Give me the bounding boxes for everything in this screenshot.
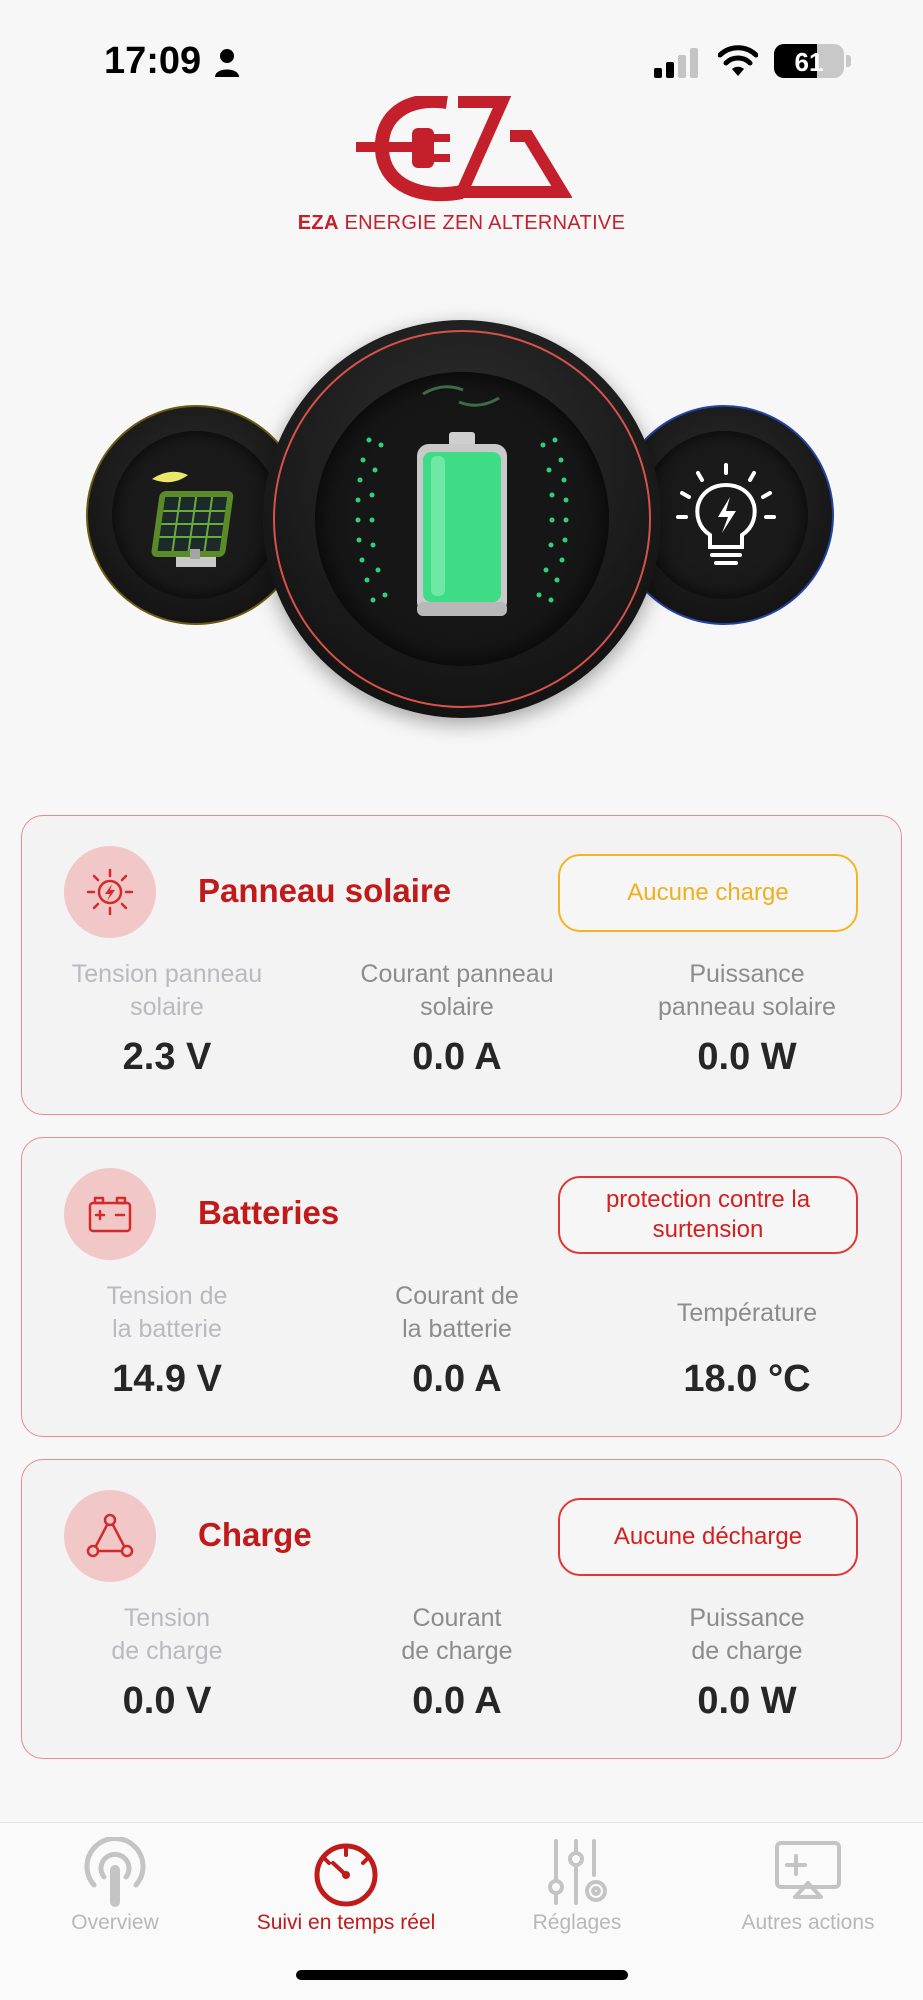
load-card: Charge Aucune décharge Tension de charge…	[21, 1459, 902, 1759]
metric-label: Température	[676, 1298, 818, 1327]
card-title: Batteries	[198, 1194, 340, 1231]
battery-gauge[interactable]	[263, 320, 661, 718]
batteries-card: Batteries protection contre la surtensio…	[21, 1137, 902, 1437]
metric-label: Tension de charge	[111, 1604, 223, 1665]
tab-settings[interactable]: Réglages	[462, 1831, 692, 1941]
metric-label: Puissance de charge	[689, 1604, 805, 1665]
tab-overview[interactable]: Overview	[0, 1831, 230, 1941]
broadcast-icon	[84, 1837, 146, 1907]
metric-load-current: Courant de charge 0.0 A	[312, 1602, 602, 1723]
metric-label: Courant de charge	[401, 1604, 513, 1665]
battery-percent: 61	[794, 47, 824, 77]
tab-label: Autres actions	[741, 1911, 875, 1934]
status-badge: Aucune décharge	[558, 1498, 858, 1576]
person-icon	[215, 49, 239, 77]
metric-value: 0.0 V	[122, 1680, 212, 1722]
tab-label: Suivi en temps réel	[256, 1911, 436, 1934]
sliders-gear-icon	[548, 1839, 607, 1905]
brand-tagline: EZA ENERGIE ZEN ALTERNATIVE	[0, 212, 923, 235]
card-title: Panneau solaire	[198, 872, 452, 909]
metric-value: 2.3 V	[122, 1036, 212, 1078]
battery-status-icon: 61	[774, 44, 844, 78]
triangle-nodes-icon	[86, 1513, 134, 1558]
card-icon-wrap	[64, 1490, 156, 1582]
metric-label: Courant panneau solaire	[360, 960, 554, 1021]
metric-value: 18.0 °C	[683, 1358, 811, 1400]
metric-value: 0.0 W	[697, 1680, 797, 1722]
status-badge: protection contre la surtension	[558, 1176, 858, 1254]
brand-name: ENERGIE ZEN ALTERNATIVE	[344, 212, 626, 234]
tab-label: Réglages	[532, 1911, 622, 1934]
card-icon-wrap	[64, 1168, 156, 1260]
eza-logo	[356, 96, 572, 202]
car-battery-icon	[88, 1196, 132, 1233]
tab-label: Overview	[71, 1911, 159, 1934]
status-badge: Aucune charge	[558, 854, 858, 932]
lightbulb-icon	[676, 463, 776, 565]
screen-upload-icon	[775, 1841, 841, 1899]
metric-label: Tension de la batterie	[106, 1282, 228, 1343]
metric-battery-voltage: Tension de la batterie 14.9 V	[22, 1280, 312, 1401]
metric-label: Puissance panneau solaire	[658, 960, 836, 1021]
energy-gauges	[0, 300, 923, 740]
metric-label: Tension panneau solaire	[71, 960, 263, 1021]
brand-short: EZA	[297, 212, 339, 234]
metric-label: Courant de la batterie	[395, 1282, 519, 1343]
cellular-signal-icon	[654, 48, 698, 78]
metric-value: 0.0 A	[412, 1680, 502, 1722]
metric-value: 14.9 V	[112, 1358, 222, 1400]
metric-temperature: Température 18.0 °C	[602, 1280, 892, 1401]
solar-panel-icon	[151, 471, 234, 567]
tab-other-actions[interactable]: Autres actions	[693, 1831, 923, 1941]
wifi-icon	[718, 45, 758, 76]
home-indicator[interactable]	[296, 1970, 628, 1980]
metric-panel-power: Puissance panneau solaire 0.0 W	[602, 958, 892, 1079]
metric-value: 0.0 W	[697, 1036, 797, 1078]
speedometer-icon	[314, 1843, 378, 1907]
metric-load-power: Puissance de charge 0.0 W	[602, 1602, 892, 1723]
metric-panel-voltage: Tension panneau solaire 2.3 V	[22, 958, 312, 1079]
metric-value: 0.0 A	[412, 1036, 502, 1078]
metric-load-voltage: Tension de charge 0.0 V	[22, 1602, 312, 1723]
status-time: 17:09	[104, 40, 202, 82]
solar-panel-card: Panneau solaire Aucune charge Tension pa…	[21, 815, 902, 1115]
tab-realtime[interactable]: Suivi en temps réel	[231, 1831, 461, 1941]
sun-bolt-icon	[86, 868, 134, 916]
metric-battery-current: Courant de la batterie 0.0 A	[312, 1280, 602, 1401]
metric-value: 0.0 A	[412, 1358, 502, 1400]
battery-icon	[355, 385, 569, 616]
card-title: Charge	[198, 1516, 312, 1553]
card-icon-wrap	[64, 846, 156, 938]
metric-panel-current: Courant panneau solaire 0.0 A	[312, 958, 602, 1079]
